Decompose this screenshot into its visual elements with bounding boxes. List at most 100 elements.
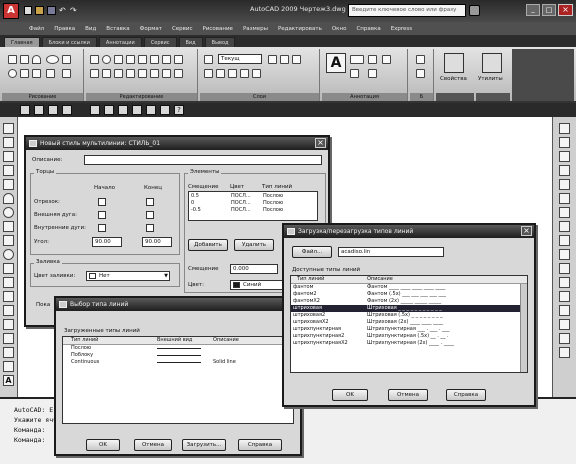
qat-save-icon[interactable] xyxy=(47,6,56,15)
tool-move-icon[interactable] xyxy=(559,193,570,204)
qat-redo-icon[interactable]: ↷ xyxy=(70,6,79,15)
list-item[interactable]: штрихпунктирная Штрихпунктирная ___ . ___… xyxy=(291,326,527,333)
list-item[interactable]: штрихпунктирнаяX2 Штрихпунктирная (2x) __… xyxy=(291,340,527,347)
circle-icon[interactable] xyxy=(8,69,17,78)
qat-new-icon[interactable] xyxy=(24,6,32,15)
tb-calc-icon[interactable] xyxy=(160,105,170,115)
arc-icon[interactable] xyxy=(32,55,41,64)
list-item[interactable]: фантомX2 Фантом (2x) _____ _____ _____ xyxy=(291,298,527,305)
text-icon[interactable]: A xyxy=(326,53,346,73)
ellipse-icon[interactable] xyxy=(46,55,59,64)
erase-icon[interactable] xyxy=(126,69,135,78)
tool-copy-icon[interactable] xyxy=(559,137,570,148)
menu-dimension[interactable]: Размеры xyxy=(238,26,273,32)
spline-icon[interactable] xyxy=(62,55,71,64)
tool-spline-icon[interactable] xyxy=(3,235,14,246)
tool-circle-icon[interactable] xyxy=(3,207,14,218)
explode-icon[interactable] xyxy=(174,55,183,64)
tb-help-icon[interactable]: ? xyxy=(174,105,184,115)
layer-previous-icon[interactable] xyxy=(228,69,237,78)
ltsel-load-button[interactable]: Загрузить... xyxy=(182,439,226,451)
mirror-icon[interactable] xyxy=(150,55,159,64)
region-icon[interactable] xyxy=(46,69,55,78)
table-row[interactable]: 0.5 ПОСЛ... Послою xyxy=(189,193,317,200)
panel-modify-label[interactable]: Редактирование xyxy=(86,93,197,101)
offset-icon[interactable] xyxy=(138,69,147,78)
properties-icon[interactable] xyxy=(444,53,464,73)
mls-offset-input[interactable]: 0.000 xyxy=(230,264,278,274)
tool-join-icon[interactable] xyxy=(559,305,570,316)
tool-stretch-icon[interactable] xyxy=(559,235,570,246)
mls-description-input[interactable] xyxy=(84,155,322,165)
block-insert-icon[interactable] xyxy=(416,55,425,64)
mtext-icon[interactable] xyxy=(350,69,359,78)
ltload-titlebar[interactable]: Загрузка/перезагрузка типов линий × xyxy=(284,225,534,238)
tool-point-icon[interactable] xyxy=(3,305,14,316)
dimension-icon[interactable] xyxy=(350,55,364,64)
table-icon[interactable] xyxy=(62,69,71,78)
app-logo-button[interactable]: A xyxy=(3,3,19,19)
properties-label[interactable]: Свойства xyxy=(440,76,467,82)
tool-erase-icon[interactable] xyxy=(559,123,570,134)
layer-walk-icon[interactable] xyxy=(240,69,249,78)
tool-region-icon[interactable] xyxy=(3,347,14,358)
tool-explode-icon[interactable] xyxy=(559,347,570,358)
qat-undo-icon[interactable]: ↶ xyxy=(59,6,68,15)
menu-file[interactable]: Файл xyxy=(24,26,49,32)
ltsel-linetype-list[interactable]: Тип линий Внешний вид Описание Послою По… xyxy=(62,336,294,424)
tb-pan-icon[interactable] xyxy=(34,105,44,115)
hatch-icon[interactable] xyxy=(32,69,41,78)
tool-rotate-icon[interactable] xyxy=(559,207,570,218)
tool-break-point-icon[interactable] xyxy=(559,277,570,288)
panel-properties-footer[interactable] xyxy=(436,93,474,101)
ltload-close-icon[interactable]: × xyxy=(521,226,532,236)
tab-tools[interactable]: Сервис xyxy=(143,37,177,47)
tool-extend-icon[interactable] xyxy=(559,263,570,274)
stretch-icon[interactable] xyxy=(90,69,99,78)
rotate-icon[interactable] xyxy=(102,55,111,64)
tool-scale-icon[interactable] xyxy=(559,221,570,232)
tool-revcloud-icon[interactable] xyxy=(3,221,14,232)
ltsel-ok-button[interactable]: OK xyxy=(86,439,120,451)
tab-home[interactable]: Главная xyxy=(4,37,40,47)
layer-off-icon[interactable] xyxy=(204,69,213,78)
list-item[interactable]: Поблоку xyxy=(63,352,293,359)
tool-break-icon[interactable] xyxy=(559,291,570,302)
polyline-icon[interactable] xyxy=(20,55,29,64)
tool-polyline-icon[interactable] xyxy=(3,151,14,162)
panel-utilities-footer[interactable] xyxy=(476,93,510,101)
ltsel-titlebar[interactable]: Выбор типа линий xyxy=(56,298,300,311)
list-item-selected[interactable]: штриховая Штриховая _ _ _ _ _ _ _ _ _ _ _ xyxy=(291,305,527,312)
mls-add-button[interactable]: Добавить xyxy=(188,239,228,251)
ltsel-cancel-button[interactable]: Отмена xyxy=(134,439,172,451)
list-item[interactable]: фантом2 Фантом (.5x) ___ ___ ___ ___ ___ xyxy=(291,291,527,298)
panel-draw-label[interactable]: Рисование xyxy=(2,93,83,101)
panel-layers-label[interactable]: Слои xyxy=(200,93,319,101)
tool-gradient-icon[interactable] xyxy=(3,333,14,344)
menu-view[interactable]: Вид xyxy=(80,26,101,32)
mls-outer-arc-end-checkbox[interactable] xyxy=(146,211,154,219)
layer-isolate-icon[interactable] xyxy=(216,69,225,78)
list-item[interactable]: Послою xyxy=(63,345,293,352)
mls-inner-arcs-end-checkbox[interactable] xyxy=(146,224,154,232)
mls-inner-arcs-start-checkbox[interactable] xyxy=(98,224,106,232)
tool-xline-icon[interactable] xyxy=(3,137,14,148)
tab-annotate[interactable]: Аннотации xyxy=(98,37,142,47)
mls-angle-start-input[interactable]: 90.00 xyxy=(92,237,122,247)
layer-lock-icon[interactable] xyxy=(280,55,289,64)
scale-icon[interactable] xyxy=(102,69,111,78)
tool-fillet-icon[interactable] xyxy=(559,333,570,344)
menu-modify[interactable]: Редактировать xyxy=(273,26,327,32)
menu-format[interactable]: Формат xyxy=(135,26,167,32)
maximize-button[interactable]: □ xyxy=(542,4,556,16)
list-item[interactable]: штриховая2 Штриховая (.5x) _ _ _ _ _ _ _ … xyxy=(291,312,527,319)
tb-sheetset-icon[interactable] xyxy=(132,105,142,115)
tool-offset-icon[interactable] xyxy=(559,165,570,176)
ltload-file-button[interactable]: Файл... xyxy=(292,246,332,258)
tool-line-icon[interactable] xyxy=(3,123,14,134)
layer-match-icon[interactable] xyxy=(292,55,301,64)
tool-table-icon[interactable] xyxy=(3,361,14,372)
tool-mtext-icon[interactable]: A xyxy=(3,375,14,386)
ltload-scrollbar[interactable] xyxy=(520,284,527,372)
list-item[interactable]: штриховаяX2 Штриховая (2x) ____ ____ ____ xyxy=(291,319,527,326)
